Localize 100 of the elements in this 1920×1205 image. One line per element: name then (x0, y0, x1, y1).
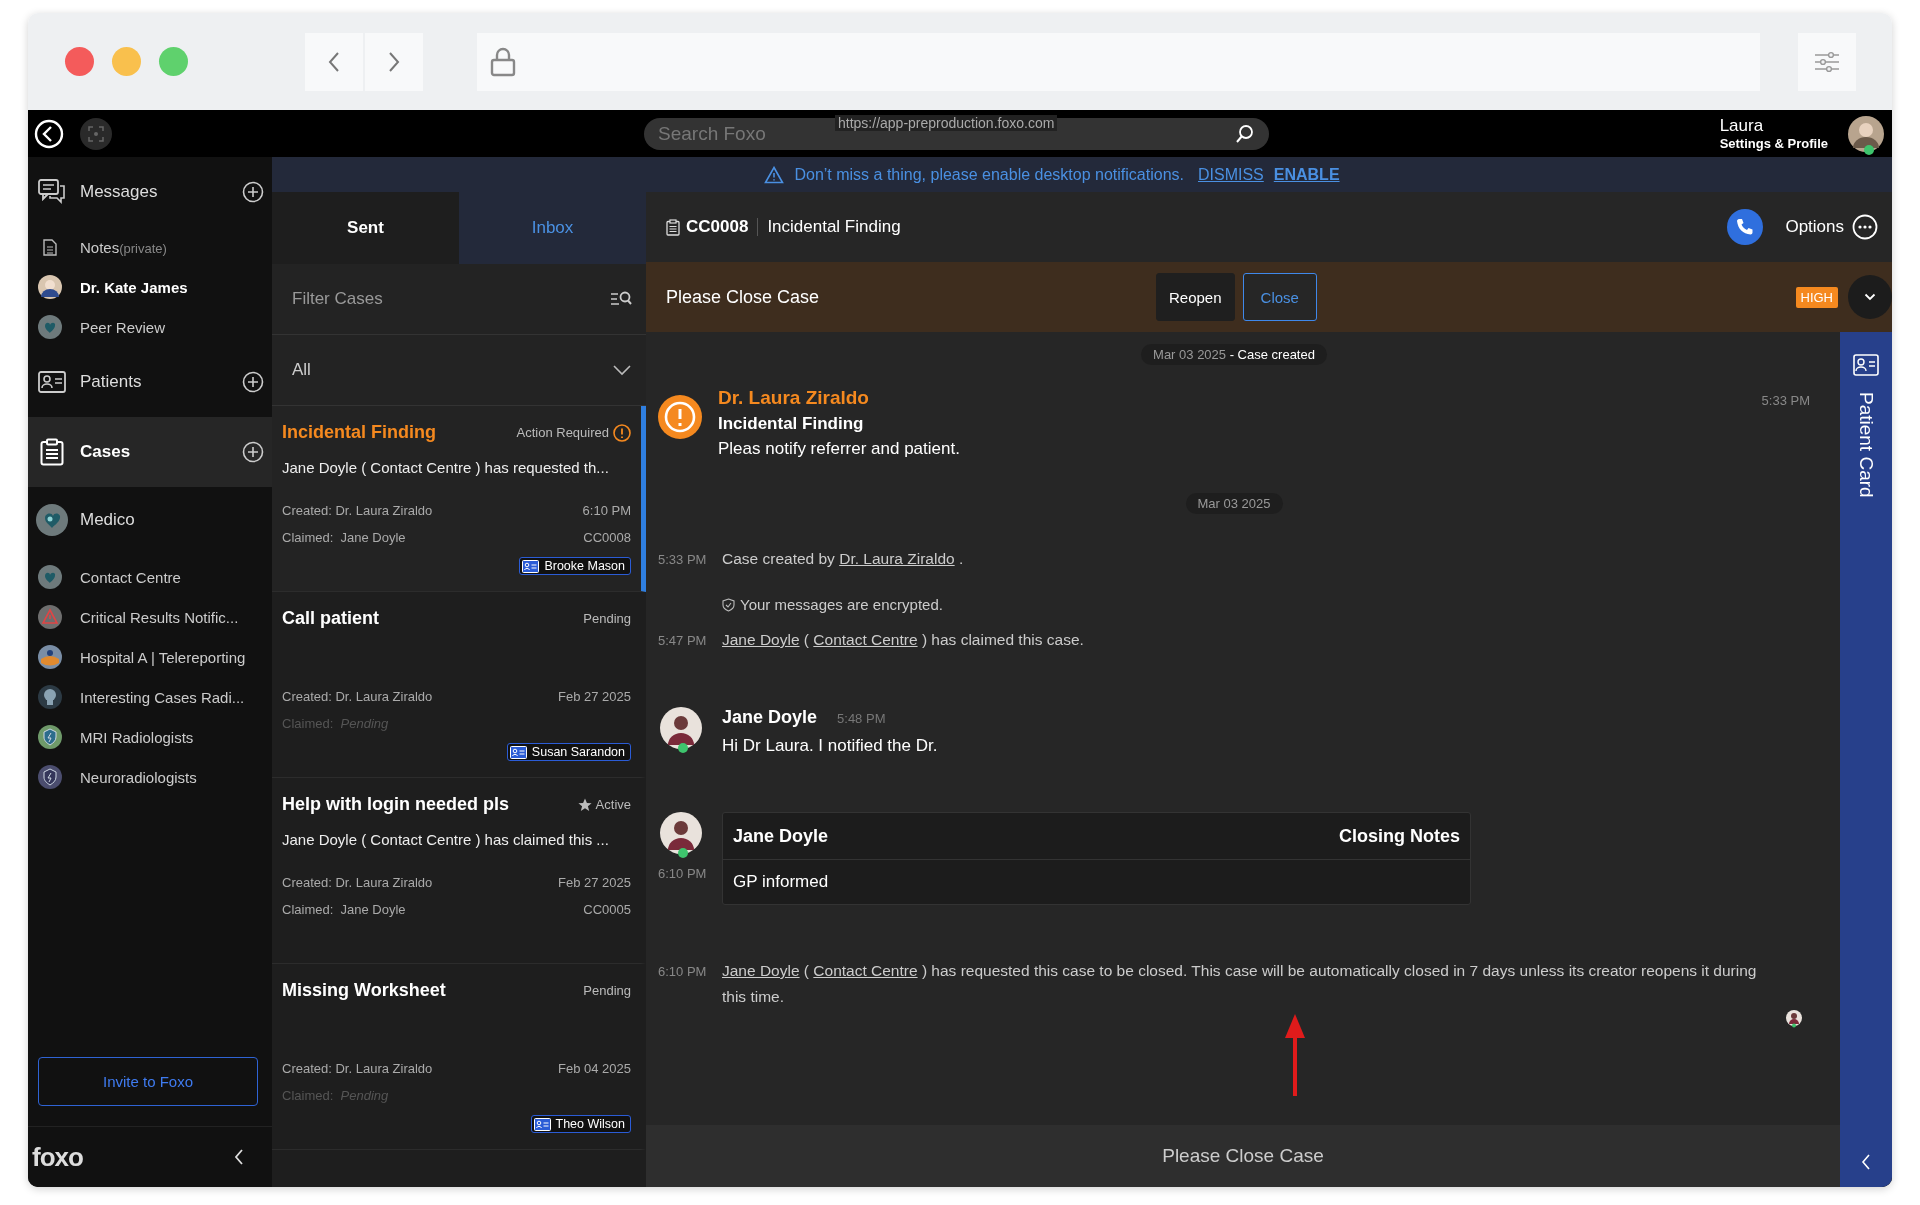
patient-tag[interactable]: Susan Sarandon (506, 743, 631, 761)
sidebar-item[interactable]: MRI Radiologists (28, 717, 272, 757)
name-link[interactable]: Jane Doyle (722, 962, 800, 979)
warning-icon (764, 165, 785, 184)
chevron-right-icon (387, 50, 401, 73)
patient-card-label: Patient Card (1855, 392, 1877, 498)
case-code: CC0008 (686, 217, 749, 237)
warning-icon (38, 605, 62, 629)
call-button[interactable] (1727, 209, 1764, 245)
sidebar-item[interactable]: Peer Review (28, 307, 272, 347)
search-list-icon (610, 291, 632, 307)
plus-circle-icon (242, 181, 264, 203)
message-text: Pleas notify referrer and patient. (718, 439, 961, 459)
sidebar-section[interactable]: Messages (28, 157, 272, 227)
case-status: Active (595, 797, 631, 812)
sidebar-section[interactable]: Cases (28, 417, 272, 487)
case-code: CC0008 (583, 530, 631, 545)
status-button[interactable]: Close (1242, 273, 1317, 321)
options-button[interactable]: Options (1779, 213, 1884, 241)
id-card-icon (1853, 354, 1879, 376)
clipboard-icon (40, 438, 64, 466)
chevron-left-icon[interactable] (1861, 1153, 1871, 1171)
message-time: 5:48 PM (837, 711, 886, 726)
case-status: Pending (583, 983, 631, 998)
screenshot-button[interactable] (80, 117, 112, 150)
sidebar-item[interactable]: Interesting Cases Radi... (28, 677, 272, 717)
sidebar-item[interactable]: Hospital A | Telereporting (28, 637, 272, 677)
patient-tag[interactable]: Theo Wilson (530, 1115, 631, 1133)
enable-link[interactable]: ENABLE (1273, 165, 1340, 184)
dismiss-link[interactable]: DISMISS (1198, 165, 1264, 184)
back-button[interactable] (34, 118, 64, 149)
shield-check-icon (722, 597, 735, 612)
user-avatar[interactable] (1848, 115, 1884, 152)
sidebar-item[interactable]: Dr. Kate James (28, 267, 272, 307)
id-card-icon (533, 1117, 551, 1131)
id-card-icon (509, 745, 527, 759)
minimize-window-dot[interactable] (112, 47, 141, 76)
settings-profile-link[interactable]: Settings & Profile (1719, 136, 1828, 151)
add-button[interactable] (242, 371, 264, 393)
more-icon (1852, 214, 1878, 240)
case-created: Created: Dr. Laura Ziraldo (282, 875, 433, 890)
case-claimed: Claimed: Jane Doyle (282, 530, 406, 545)
tab[interactable]: Inbox (459, 192, 646, 264)
name-link[interactable]: Dr. Laura Ziraldo (839, 550, 955, 567)
back-circle-icon (34, 118, 64, 149)
case-heading: Incidental Finding (767, 217, 901, 237)
sidebar-item[interactable]: Notes(private) (28, 227, 272, 267)
patient-card-panel[interactable]: Patient Card (1840, 332, 1892, 1187)
plus-circle-icon (242, 371, 264, 393)
chevron-down-icon (612, 364, 632, 376)
case-summary: Jane Doyle ( Contact Centre ) has requested th... (282, 458, 609, 476)
case-created: Created: Dr. Laura Ziraldo (282, 689, 433, 704)
sidebar-item[interactable]: Neuroradiologists (28, 757, 272, 797)
avatar-icon (38, 275, 62, 299)
author-name[interactable]: Jane Doyle (722, 707, 818, 728)
case-claimed: Claimed: Jane Doyle (282, 902, 406, 917)
shield-avatar-icon (38, 765, 62, 789)
date-pill: Mar 03 2025 (1185, 493, 1283, 514)
sidebar-section[interactable]: Patients (28, 347, 272, 417)
event-text: Jane Doyle ( Contact Centre ) has requested this case to be closed. This case will be automatically closed in 7 days unless its creator reopens it during this time. (722, 961, 1758, 1007)
invite-button[interactable]: Invite to Foxo (38, 1057, 258, 1106)
case-card[interactable]: Incidental Finding Action Required Jane Doyle ( Contact Centre ) has requested th... Created: Dr. Laura Ziraldo 6:10 PM Claimed: Jane Doyle CC0008 Brooke Mason (272, 406, 646, 592)
case-status: Pending (583, 611, 631, 626)
case-time: Feb 27 2025 (558, 689, 631, 704)
add-button[interactable] (242, 181, 264, 203)
sidebar-item[interactable]: Critical Results Notific... (28, 597, 272, 637)
message-time: 5:33 PM (1761, 393, 1810, 408)
add-button[interactable] (242, 441, 264, 463)
status-text: Please Close Case (666, 286, 821, 308)
group-avatar-icon (38, 315, 62, 339)
name-link[interactable]: Contact Centre (813, 962, 918, 979)
chevron-left-icon (234, 1148, 244, 1166)
document-icon (43, 238, 57, 256)
close-window-dot[interactable] (65, 47, 94, 76)
case-created: Created: Dr. Laura Ziraldo (282, 503, 433, 518)
user-name: Laura (1719, 116, 1765, 136)
maximize-window-dot[interactable] (159, 47, 188, 76)
case-title: Missing Worksheet (282, 980, 446, 1001)
case-title: Incidental Finding (282, 422, 436, 443)
sidebar-item[interactable]: Contact Centre (28, 557, 272, 597)
author-name: Jane Doyle (733, 825, 829, 847)
status-button[interactable]: Reopen (1156, 273, 1235, 321)
case-title: Help with login needed pls (282, 794, 509, 815)
search-icon (1235, 123, 1255, 144)
filter-field[interactable]: Filter Cases (292, 264, 610, 334)
chevron-left-icon (327, 50, 341, 73)
status-dropdown[interactable]: All (272, 335, 646, 406)
name-link[interactable]: Jane Doyle (722, 631, 800, 648)
case-summary: Jane Doyle ( Contact Centre ) has claimed this ... (282, 830, 609, 848)
filter-bar[interactable]: Filter Cases (272, 264, 646, 335)
notification-text: Don’t miss a thing, please enable desktop notifications. (794, 165, 1184, 184)
case-created: Created: Dr. Laura Ziraldo (282, 1061, 433, 1076)
patient-tag[interactable]: Brooke Mason (519, 557, 631, 575)
message-text: Hi Dr Laura. I notified the Dr. (722, 736, 938, 756)
event-time: 5:33 PM (658, 552, 708, 567)
author-name[interactable]: Dr. Laura Ziraldo (718, 387, 1746, 409)
event-text: Jane Doyle ( Contact Centre ) has claimed this case. (722, 630, 1085, 650)
name-link[interactable]: Contact Centre (813, 631, 918, 648)
notes-text: GP informed (733, 872, 829, 892)
sidebar-section[interactable]: Medico (28, 487, 272, 553)
